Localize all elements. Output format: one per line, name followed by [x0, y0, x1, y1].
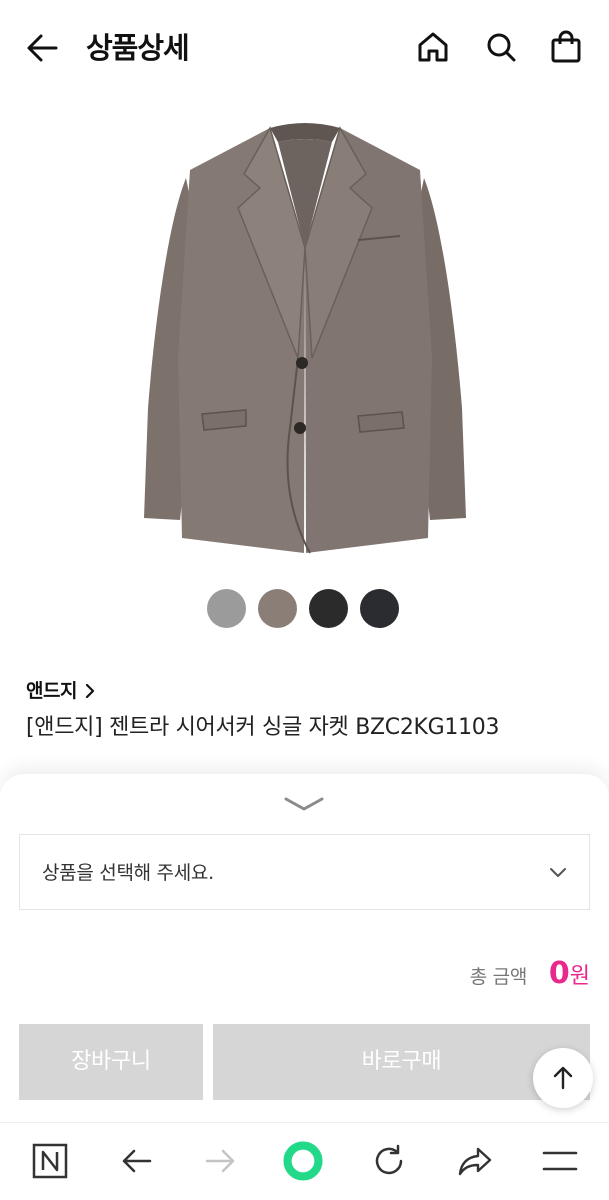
- total-unit: 원: [569, 964, 590, 989]
- color-swatch-navy[interactable]: [360, 589, 399, 628]
- purchase-bottom-sheet: 상품을 선택해 주세요. 총 금액 0원 장바구니 바로구매: [0, 774, 609, 1134]
- scroll-to-top-button[interactable]: [533, 1048, 593, 1108]
- chevron-right-icon: [85, 684, 95, 698]
- color-swatch-gray[interactable]: [207, 589, 246, 628]
- back-arrow-icon[interactable]: [22, 28, 62, 68]
- app-header: 상품상세: [0, 0, 609, 96]
- arrow-up-icon: [553, 1066, 573, 1090]
- chevron-down-icon: [550, 868, 566, 877]
- menu-icon[interactable]: [540, 1141, 580, 1181]
- naver-n-icon[interactable]: [30, 1141, 70, 1181]
- green-dot-icon[interactable]: [283, 1141, 323, 1181]
- browser-toolbar: [0, 1122, 609, 1200]
- product-image: [120, 108, 490, 568]
- add-to-cart-button[interactable]: 장바구니: [19, 1024, 203, 1100]
- total-price-label: 총 금액: [469, 966, 528, 988]
- page-title: 상품상세: [86, 31, 190, 65]
- back-icon[interactable]: [116, 1141, 156, 1181]
- buy-now-button[interactable]: 바로구매: [213, 1024, 590, 1100]
- color-swatch-brown[interactable]: [258, 589, 297, 628]
- option-placeholder: 상품을 선택해 주세요.: [42, 862, 214, 884]
- product-name: [앤드지] 젠트라 시어서커 싱글 자켓 BZC2KG1103: [26, 715, 500, 740]
- home-icon[interactable]: [413, 27, 453, 67]
- product-option-select[interactable]: 상품을 선택해 주세요.: [19, 834, 590, 910]
- brand-link[interactable]: 앤드지: [26, 678, 97, 704]
- total-price-value: 0원: [549, 954, 590, 997]
- total-amount: 0: [548, 956, 570, 991]
- collapse-chevron-icon[interactable]: [282, 794, 326, 816]
- color-swatch-black[interactable]: [309, 589, 348, 628]
- refresh-icon[interactable]: [369, 1141, 409, 1181]
- color-swatches: [207, 589, 399, 629]
- search-icon[interactable]: [481, 27, 521, 67]
- shopping-bag-icon[interactable]: [546, 27, 586, 67]
- forward-icon[interactable]: [201, 1141, 241, 1181]
- share-icon[interactable]: [455, 1141, 495, 1181]
- brand-name: 앤드지: [26, 680, 77, 702]
